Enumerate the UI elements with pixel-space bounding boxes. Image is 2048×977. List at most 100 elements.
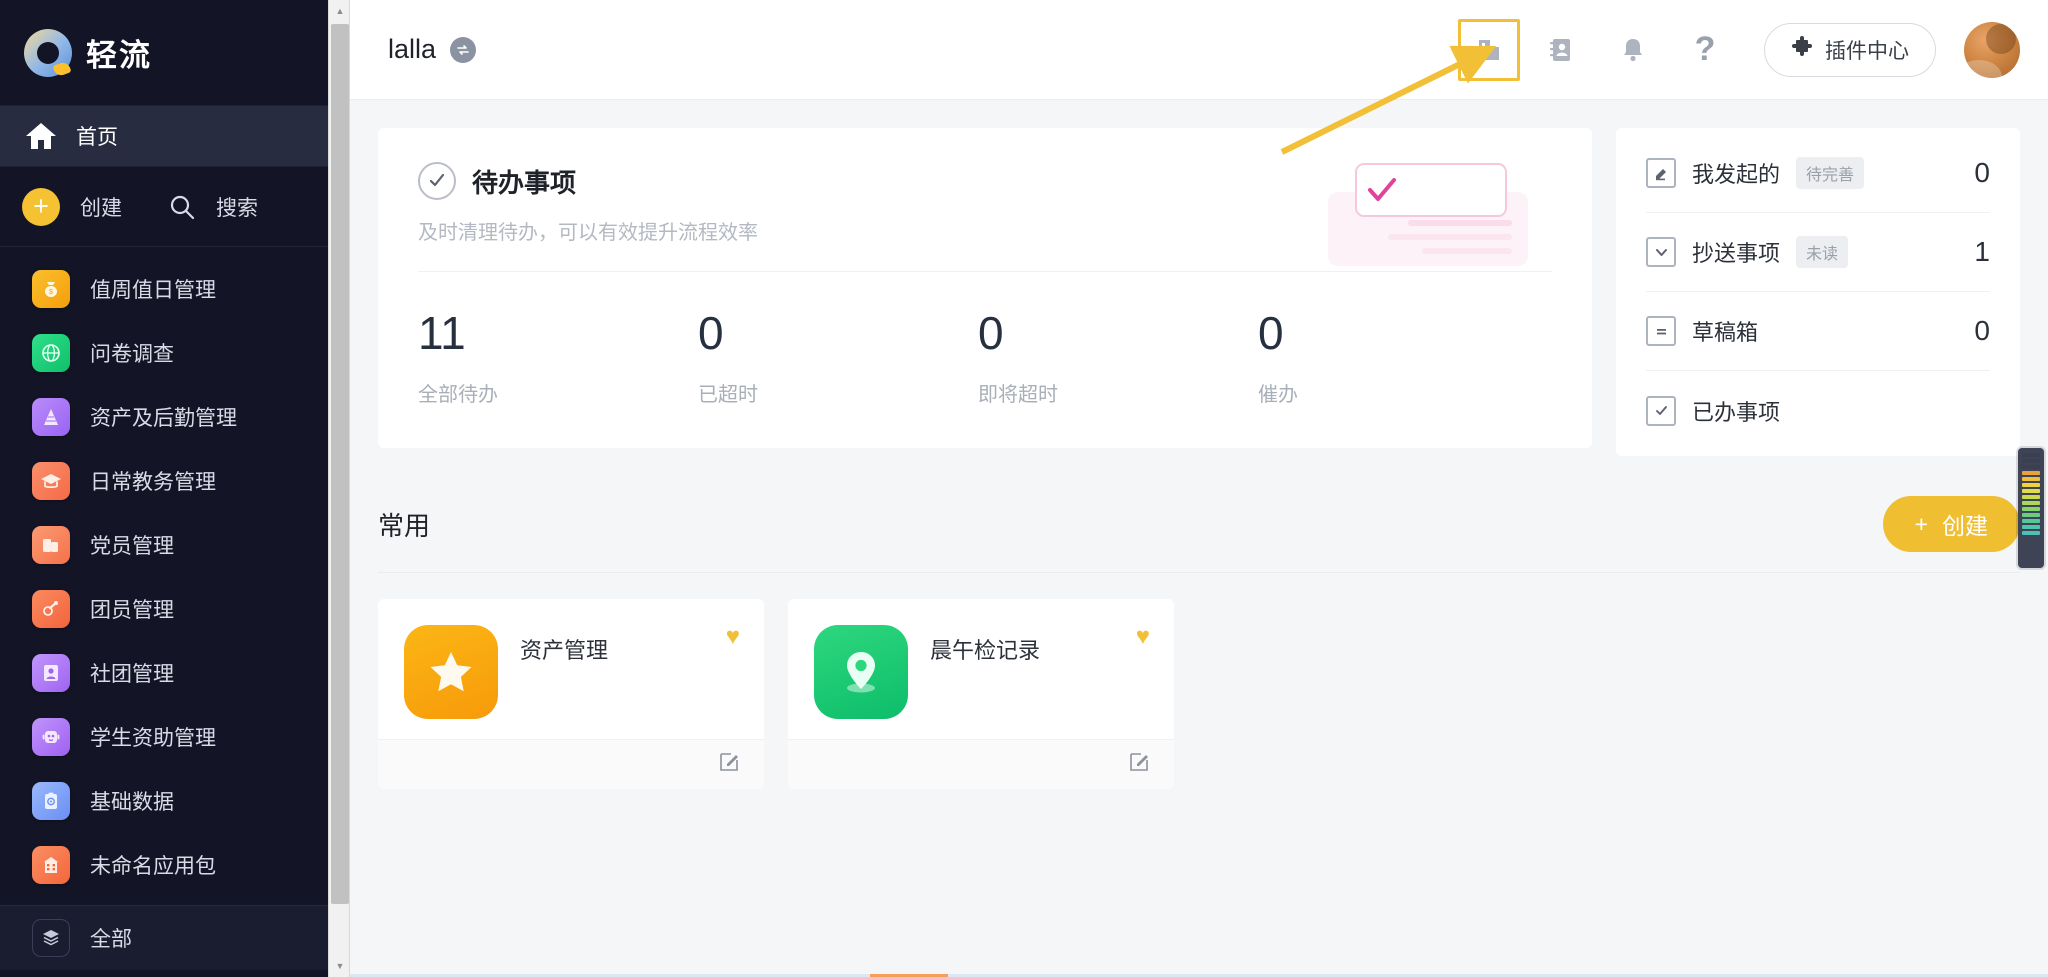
sidebar-item-app-5[interactable]: 团员管理 <box>0 577 328 641</box>
check-circle-icon <box>418 162 456 200</box>
plugin-center-label: 插件中心 <box>1825 39 1909 63</box>
scrollbar-thumb[interactable] <box>331 24 349 904</box>
quick-link-row-1-label: 抄送事项 <box>1692 241 1781 266</box>
meter-segment <box>2022 489 2040 493</box>
quick-link-row-2[interactable]: 草稿箱 0 <box>1646 292 1990 371</box>
building-icon <box>32 846 70 884</box>
scroll-up-arrow-icon[interactable]: ▲ <box>329 0 351 22</box>
sidebar-item-app-5-label: 团员管理 <box>90 599 174 622</box>
level-meter-widget <box>2018 448 2044 568</box>
plugin-center-button[interactable]: 插件中心 <box>1764 22 1936 77</box>
svg-text:$: $ <box>49 289 53 296</box>
sidebar-item-app-9[interactable]: 未命名应用包 <box>0 833 328 897</box>
sidebar-item-app-4-label: 党员管理 <box>90 535 174 558</box>
meter-segment <box>2022 507 2040 511</box>
address-book-icon[interactable] <box>1530 19 1592 81</box>
scroll-down-arrow-icon[interactable]: ▼ <box>329 955 351 977</box>
layers-icon <box>32 919 70 957</box>
create-button-label: 创建 <box>1942 513 1988 539</box>
globe-icon <box>32 334 70 372</box>
todo-stat-0-caption: 全部待办 <box>418 384 498 406</box>
sidebar-item-app-6[interactable]: 社团管理 <box>0 641 328 705</box>
inbox-cc-icon <box>1646 237 1676 267</box>
user-avatar[interactable] <box>1964 21 2020 78</box>
sidebar-actions: + 创建 搜索 <box>0 167 328 247</box>
heart-icon[interactable]: ♥ <box>1136 623 1150 651</box>
create-label[interactable]: 创建 <box>80 192 122 222</box>
sidebar-item-app-1[interactable]: 问卷调查 <box>0 321 328 385</box>
sidebar-item-home-label: 首页 <box>76 126 118 149</box>
app-root: 轻流 首页 + 创建 搜索 $ 值周值日管理 问卷调查 资产及后勤管理 日常教务… <box>0 0 2048 977</box>
todo-stat-2[interactable]: 0 即将超时 <box>978 310 1258 407</box>
meter-segment <box>2022 453 2040 457</box>
create-button[interactable]: + 创建 <box>1882 496 2020 552</box>
todo-stat-0[interactable]: 11 全部待办 <box>418 310 698 407</box>
favorite-card-1[interactable]: 晨午检记录 ♥ <box>788 599 1174 789</box>
favorites-header: 常用 + 创建 <box>378 496 2020 552</box>
topbar: lalla ? 插件中心 <box>350 0 2048 100</box>
todo-title: 待办事项 <box>472 167 577 198</box>
todo-stat-3[interactable]: 0 催办 <box>1258 310 1538 407</box>
sidebar-item-app-1-label: 问卷调查 <box>90 343 174 366</box>
favorite-card-1-body: 晨午检记录 ♥ <box>788 599 1174 739</box>
compose-icon <box>1646 158 1676 188</box>
quick-link-row-1[interactable]: 抄送事项 未读 1 <box>1646 213 1990 292</box>
quick-link-row-0-label: 我发起的 <box>1692 162 1781 187</box>
sidebar-item-app-2[interactable]: 资产及后勤管理 <box>0 385 328 449</box>
todo-stat-3-caption: 催办 <box>1258 384 1298 406</box>
sidebar-item-app-0[interactable]: $ 值周值日管理 <box>0 257 328 321</box>
brand[interactable]: 轻流 <box>0 0 328 105</box>
plus-icon: + <box>1914 510 1928 537</box>
sidebar-scrollbar[interactable]: ▲ ▼ <box>328 0 350 977</box>
edit-icon[interactable] <box>1128 751 1150 779</box>
search-label[interactable]: 搜索 <box>216 192 258 222</box>
help-question-icon[interactable]: ? <box>1674 19 1736 81</box>
star-icon <box>404 625 498 719</box>
content: 待办事项 及时清理待办，可以有效提升流程效率 11 全部待办 0 已超时 0 即… <box>350 100 2048 789</box>
heart-icon[interactable]: ♥ <box>726 623 740 651</box>
graduation-cap-icon <box>32 462 70 500</box>
meter-segment <box>2022 513 2040 517</box>
favorite-card-1-name: 晨午检记录 <box>930 638 1041 663</box>
sidebar-item-app-0-label: 值周值日管理 <box>90 279 216 302</box>
meter-segment <box>2022 531 2040 535</box>
sidebar-item-app-4[interactable]: 党员管理 <box>0 513 328 577</box>
quick-link-row-0[interactable]: 我发起的 待完善 0 <box>1646 134 1990 213</box>
sidebar-item-app-7[interactable]: 学生资助管理 <box>0 705 328 769</box>
quick-link-row-2-count: 0 <box>1974 315 1990 346</box>
bell-icon[interactable] <box>1602 19 1664 81</box>
search-icon[interactable] <box>168 193 196 221</box>
sidebar-item-app-8[interactable]: 基础数据 <box>0 769 328 833</box>
sidebar-item-app-3[interactable]: 日常教务管理 <box>0 449 328 513</box>
meter-segment <box>2022 495 2040 499</box>
favorite-card-0-body: 资产管理 ♥ <box>378 599 764 739</box>
clipboard-icon <box>32 782 70 820</box>
todo-stat-2-value: 0 <box>978 307 1004 359</box>
draft-icon <box>1646 316 1676 346</box>
meter-segment <box>2022 465 2040 469</box>
meter-segment <box>2022 519 2040 523</box>
meter-segment <box>2022 471 2040 475</box>
todo-stat-1[interactable]: 0 已超时 <box>698 310 978 407</box>
workspace-title: lalla <box>388 34 437 64</box>
quick-link-row-0-count: 0 <box>1974 157 1990 188</box>
switch-workspace-icon[interactable] <box>450 36 477 63</box>
sidebar-item-app-2-label: 资产及后勤管理 <box>90 407 237 430</box>
location-pin-icon <box>814 625 908 719</box>
organization-icon[interactable] <box>1458 18 1520 81</box>
todo-stat-1-caption: 已超时 <box>698 384 758 406</box>
money-bag-icon: $ <box>32 270 70 308</box>
favorite-card-0[interactable]: 资产管理 ♥ <box>378 599 764 789</box>
edit-icon[interactable] <box>718 751 740 779</box>
favorites-divider <box>378 572 2020 573</box>
sidebar-app-list: $ 值周值日管理 问卷调查 资产及后勤管理 日常教务管理 党员管理 团员管理 社… <box>0 247 328 897</box>
sidebar: 轻流 首页 + 创建 搜索 $ 值周值日管理 问卷调查 资产及后勤管理 日常教务… <box>0 0 328 977</box>
todo-card: 待办事项 及时清理待办，可以有效提升流程效率 11 全部待办 0 已超时 0 即… <box>378 128 1592 448</box>
quick-links-card: 我发起的 待完善 0 抄送事项 未读 1 草稿箱 0 已办事项 <box>1616 128 2020 456</box>
meter-segment <box>2022 501 2040 505</box>
plus-circle-icon[interactable]: + <box>22 187 60 226</box>
favorite-card-0-footer <box>378 739 764 789</box>
quick-link-row-3[interactable]: 已办事项 <box>1646 371 1990 450</box>
sidebar-item-all[interactable]: 全部 <box>0 906 328 970</box>
sidebar-item-home[interactable]: 首页 <box>0 105 328 167</box>
